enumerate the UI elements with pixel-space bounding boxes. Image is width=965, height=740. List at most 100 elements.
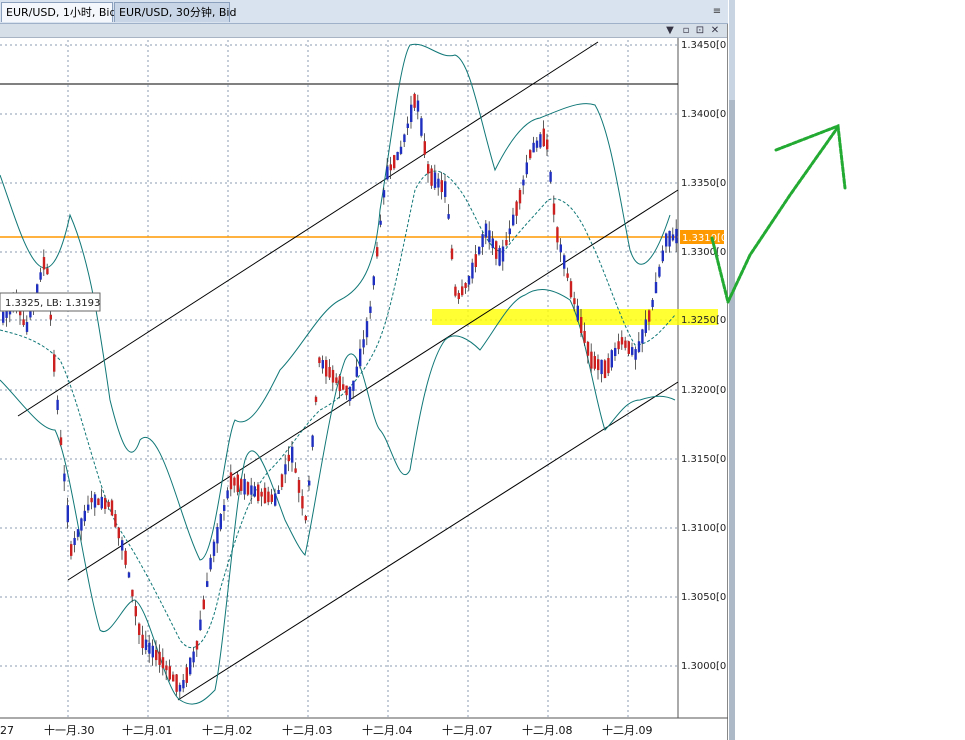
candle-body: [396, 151, 399, 161]
candle-body: [73, 537, 76, 546]
candle-body: [549, 171, 552, 182]
candle-body: [505, 239, 508, 246]
price-label: 1.3150[0: [681, 454, 726, 465]
candle-body: [576, 305, 579, 321]
current-price-marker: 1.3310[0: [680, 230, 727, 244]
candle-body: [206, 581, 209, 587]
candle-body: [22, 319, 25, 326]
candle-body: [522, 179, 525, 186]
candle-body: [331, 369, 335, 383]
date-label: 十二月.01: [122, 723, 173, 737]
candle-body: [104, 498, 107, 509]
candle-body: [665, 233, 668, 247]
candle-body: [586, 341, 590, 356]
candle-body: [661, 250, 664, 262]
candle-body: [192, 651, 195, 663]
candle-body: [202, 599, 205, 610]
candle-body: [107, 501, 110, 507]
candle-body: [386, 166, 389, 180]
candle-body: [508, 228, 511, 235]
candle-body: [182, 679, 185, 689]
candle-body: [226, 490, 229, 499]
candle-body: [607, 358, 610, 374]
candle-body: [624, 340, 627, 348]
price-chart[interactable]: 1.3325, LB: 1.3193 1.3450[0 1.3400[0 1.3…: [0, 0, 965, 740]
candle-body: [63, 473, 66, 482]
channel-middle-line: [67, 189, 679, 581]
candle-body: [42, 257, 46, 270]
candle-body: [161, 657, 165, 669]
date-label: 十二月.04: [362, 723, 413, 737]
candle-body: [410, 104, 413, 122]
candle-body: [399, 146, 403, 154]
candle-body: [478, 246, 481, 255]
candle-body: [172, 674, 175, 682]
candle-body: [498, 247, 501, 266]
candle-body: [29, 311, 32, 318]
candle-body: [209, 557, 212, 570]
candle-body: [233, 477, 236, 486]
candle-body: [488, 230, 491, 243]
candle-body: [369, 306, 372, 313]
candle-body: [53, 354, 56, 372]
bollinger-bands: [0, 43, 676, 705]
price-axis-labels: 1.3450[0 1.3400[0 1.3350[0 1.3300[0 1.32…: [681, 40, 726, 672]
candle-body: [593, 356, 596, 369]
candle-body: [110, 500, 114, 516]
candle-body: [433, 172, 437, 188]
candle-body: [280, 474, 284, 488]
channel-lower-line: [177, 381, 679, 701]
candle-body: [461, 286, 464, 296]
candle-body: [481, 234, 484, 248]
candlestick-series[interactable]: [2, 92, 678, 699]
candle-body: [444, 181, 447, 197]
candle-body: [610, 350, 613, 368]
candle-body: [529, 150, 532, 159]
channel-tooltip: 1.3325, LB: 1.3193: [0, 292, 101, 312]
candle-body: [393, 155, 396, 169]
candle-body: [427, 164, 430, 174]
date-label: 十二月.02: [202, 723, 253, 737]
price-label: 1.3200[0: [681, 385, 726, 396]
candle-body: [260, 491, 263, 497]
regression-channel[interactable]: [17, 41, 679, 701]
candle-body: [464, 283, 467, 289]
candle-body: [546, 139, 549, 150]
price-label: 1.3050[0: [681, 592, 726, 603]
candle-body: [539, 134, 542, 148]
candle-body: [328, 366, 331, 378]
candle-body: [637, 341, 641, 352]
candle-body: [134, 606, 137, 617]
candle-body: [617, 341, 620, 350]
candle-body: [668, 230, 671, 247]
candle-body: [216, 526, 219, 544]
candle-body: [297, 479, 301, 493]
candle-body: [243, 478, 246, 495]
candle-body: [76, 529, 80, 537]
candle-body: [168, 666, 171, 680]
candle-body: [552, 203, 556, 215]
candle-body: [634, 349, 637, 360]
price-label: 1.3350[0: [681, 178, 726, 189]
candle-body: [379, 220, 382, 225]
candle-body: [185, 667, 188, 683]
candle-body: [359, 348, 362, 367]
date-axis-labels: 27 十一月.30 十二月.01 十二月.02 十二月.03 十二月.04 十二…: [0, 723, 653, 737]
candle-body: [274, 493, 277, 506]
candle-body: [46, 268, 49, 275]
candle-body: [440, 180, 443, 193]
candle-body: [583, 330, 586, 343]
candle-body: [535, 140, 539, 148]
candle-body: [117, 527, 120, 539]
candle-body: [515, 201, 518, 216]
date-label: 十二月.03: [282, 723, 333, 737]
candle-body: [614, 347, 617, 357]
candle-body: [270, 494, 273, 502]
candle-body: [518, 189, 522, 204]
price-label: 1.3250[0: [681, 315, 726, 326]
candle-body: [318, 357, 321, 364]
candle-body: [563, 255, 566, 269]
candle-body: [90, 497, 93, 503]
candle-body: [294, 468, 297, 473]
candle-body: [348, 386, 352, 401]
